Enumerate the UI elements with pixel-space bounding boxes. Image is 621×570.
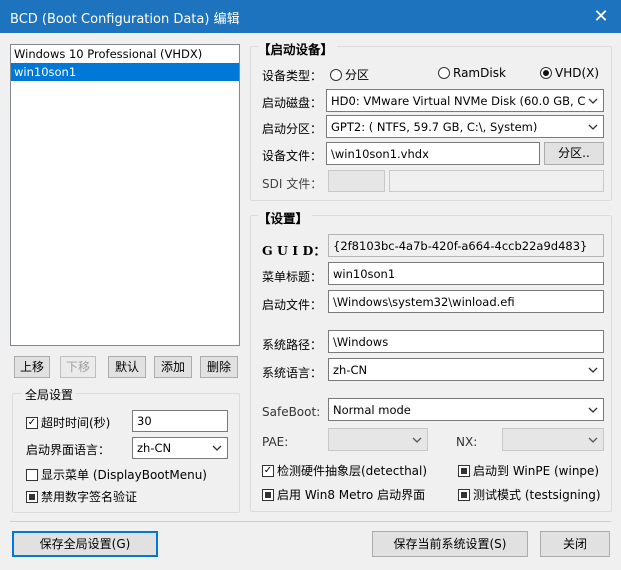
footer-divider <box>10 521 611 522</box>
timeout-checkbox-row[interactable]: ✓ 超时时间(秒) <box>26 414 110 431</box>
device-type-vhd-option[interactable]: VHD(X) <box>540 66 599 80</box>
list-item[interactable]: Windows 10 Professional (VHDX) <box>11 45 239 63</box>
chevron-down-icon <box>412 437 422 443</box>
guid-label: G U I D： <box>262 243 326 258</box>
winpe-row[interactable]: 启动到 WinPE (winpe) <box>458 462 599 479</box>
system-language-label: 系统语言： <box>262 366 323 380</box>
device-type-label: 设备类型： <box>262 69 323 83</box>
vhd-radio-label: VHD(X) <box>555 66 600 80</box>
testsigning-label: 测试模式 (testsigning) <box>473 488 601 502</box>
move-down-button[interactable]: 下移 <box>60 356 96 378</box>
close-button[interactable]: 关闭 <box>540 531 610 557</box>
boot-ui-language-value: zh-CN <box>137 441 172 455</box>
winpe-checkbox[interactable] <box>458 464 470 477</box>
testsigning-checkbox[interactable] <box>458 488 470 501</box>
chevron-down-icon <box>588 407 598 413</box>
system-language-select[interactable]: zh-CN <box>328 358 604 381</box>
set-default-button[interactable]: 默认 <box>108 356 146 378</box>
boot-disk-label: 启动磁盘： <box>262 96 323 110</box>
safeboot-value: Normal mode <box>333 402 411 417</box>
timeout-input[interactable]: 30 <box>132 410 228 432</box>
winpe-label: 启动到 WinPE (winpe) <box>473 464 600 478</box>
sdi-file-label: SDI 文件： <box>262 177 323 191</box>
chevron-down-icon <box>588 98 598 104</box>
display-boot-menu-row[interactable]: 显示菜单 (DisplayBootMenu) <box>26 466 207 483</box>
device-file-input[interactable]: \win10son1.vhdx <box>326 142 540 165</box>
disable-signature-label: 禁用数字签名验证 <box>41 490 138 504</box>
device-file-label: 设备文件： <box>262 149 323 163</box>
pae-select[interactable] <box>328 428 428 451</box>
save-global-settings-button[interactable]: 保存全局设置(G) <box>12 531 158 557</box>
menu-title-input[interactable]: win10son1 <box>328 262 604 285</box>
add-entry-button[interactable]: 添加 <box>154 356 192 378</box>
metro-label: 启用 Win8 Metro 启动界面 <box>277 488 426 502</box>
partition-radio[interactable] <box>330 68 342 81</box>
list-item-selected[interactable]: win10son1 <box>11 63 239 81</box>
safeboot-label: SafeBoot: <box>262 405 321 419</box>
display-boot-menu-label: 显示菜单 (DisplayBootMenu) <box>41 468 207 482</box>
boot-partition-select[interactable]: GPT2: ( NTFS, 59.7 GB, C:\, System) <box>326 115 604 138</box>
sdi-file-name-input <box>389 170 604 192</box>
partition-browse-button[interactable]: 分区.. <box>544 142 604 165</box>
delete-entry-button[interactable]: 删除 <box>200 356 238 378</box>
system-path-input[interactable]: \Windows <box>328 330 604 353</box>
boot-device-header: 【启动设备】 <box>258 39 338 58</box>
menu-title-label: 菜单标题： <box>262 270 323 284</box>
testsigning-row[interactable]: 测试模式 (testsigning) <box>458 486 601 503</box>
system-path-label: 系统路径： <box>262 338 323 352</box>
boot-ui-language-select[interactable]: zh-CN <box>132 437 228 459</box>
chevron-down-icon <box>588 437 598 443</box>
detecthal-label: 检测硬件抽象层(detecthal) <box>277 464 428 478</box>
nx-select[interactable] <box>502 428 604 451</box>
pae-label: PAE: <box>262 435 289 449</box>
boot-disk-select[interactable]: HD0: VMware Virtual NVMe Disk (60.0 GB, … <box>326 89 604 112</box>
nx-label: NX: <box>456 435 478 449</box>
guid-field: {2f8103bc-4a7b-420f-a664-4ccb22a9d483} <box>328 234 604 257</box>
detecthal-checkbox[interactable]: ✓ <box>262 464 274 477</box>
sdi-file-path-input <box>328 170 385 192</box>
global-settings-header: 全局设置 <box>22 386 77 403</box>
safeboot-select[interactable]: Normal mode <box>328 398 604 421</box>
settings-header: 【设置】 <box>258 208 313 227</box>
disable-signature-checkbox[interactable] <box>26 490 38 503</box>
device-type-ramdisk-option[interactable]: RamDisk <box>438 66 506 80</box>
chevron-down-icon <box>212 445 222 451</box>
detecthal-row[interactable]: ✓ 检测硬件抽象层(detecthal) <box>262 462 427 479</box>
partition-radio-label: 分区 <box>345 68 370 82</box>
ramdisk-radio[interactable] <box>438 67 450 79</box>
move-up-button[interactable]: 上移 <box>14 356 50 378</box>
title-bar: BCD (Boot Configuration Data) 编辑 ✕ <box>0 0 621 33</box>
boot-file-label: 启动文件： <box>262 298 323 312</box>
vhd-radio[interactable] <box>540 67 552 79</box>
boot-disk-value: HD0: VMware Virtual NVMe Disk (60.0 GB, … <box>331 93 585 108</box>
chevron-down-icon <box>588 124 598 130</box>
close-icon[interactable]: ✕ <box>581 0 621 33</box>
device-type-partition-option[interactable]: 分区 <box>330 66 369 83</box>
timeout-checkbox[interactable]: ✓ <box>26 416 38 429</box>
window-title: BCD (Boot Configuration Data) 编辑 <box>10 12 240 27</box>
boot-ui-language-label: 启动界面语言： <box>26 443 111 457</box>
disable-signature-row[interactable]: 禁用数字签名验证 <box>26 488 137 505</box>
display-boot-menu-checkbox[interactable] <box>26 468 38 481</box>
metro-checkbox[interactable] <box>262 488 274 501</box>
boot-entry-list[interactable]: Windows 10 Professional (VHDX) win10son1 <box>10 44 240 346</box>
metro-row[interactable]: 启用 Win8 Metro 启动界面 <box>262 486 425 503</box>
boot-partition-value: GPT2: ( NTFS, 59.7 GB, C:\, System) <box>331 119 538 134</box>
boot-partition-label: 启动分区： <box>262 122 323 136</box>
ramdisk-radio-label: RamDisk <box>453 66 506 80</box>
timeout-label: 超时时间(秒) <box>41 416 111 430</box>
chevron-down-icon <box>588 367 598 373</box>
boot-file-input[interactable]: \Windows\system32\winload.efi <box>328 290 604 313</box>
save-current-system-button[interactable]: 保存当前系统设置(S) <box>372 531 528 557</box>
system-language-value: zh-CN <box>333 362 368 377</box>
